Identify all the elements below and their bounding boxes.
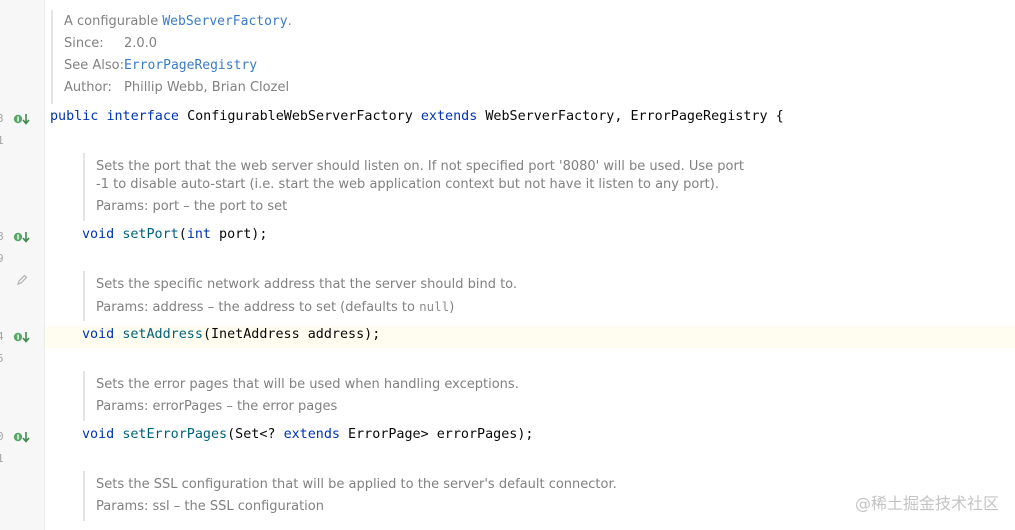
method-setport[interactable]: void setPort(int port); [82, 227, 267, 242]
line-number: 3 [0, 112, 4, 125]
method-setaddress[interactable]: void setAddress(InetAddress address); [82, 327, 380, 342]
method-javadoc: Sets the port that the web server should… [83, 153, 744, 221]
interface-declaration[interactable]: public interface ConfigurableWebServerFa… [50, 109, 784, 124]
line-number: 1 [0, 134, 4, 147]
method-javadoc: Sets the specific network address that t… [83, 271, 556, 321]
doc-link[interactable]: WebServerFactory [162, 14, 287, 29]
implemented-by-icon[interactable]: I [13, 330, 31, 344]
doc-text: -1 to disable auto-start (i.e. start the… [96, 177, 719, 192]
editor-gutter: 3 1 8 9 4 5 0 1 I I I I [0, 0, 45, 530]
implemented-by-icon[interactable]: I [13, 112, 31, 126]
method-javadoc: Sets the error pages that will be used w… [83, 371, 556, 421]
edit-doc-pencil-icon[interactable] [16, 274, 28, 286]
doc-text: Sets the specific network address that t… [96, 277, 518, 292]
doc-link[interactable]: ErrorPageRegistry [124, 58, 257, 73]
line-number: 4 [0, 330, 4, 343]
doc-params: Params: ssl – the SSL configuration [96, 499, 324, 514]
method-seterrorpages[interactable]: void setErrorPages(Set<? extends ErrorPa… [82, 427, 533, 442]
doc-params: Params: port – the port to set [96, 199, 288, 214]
doc-since: Since: 2.0.0 [64, 36, 158, 51]
svg-text:I: I [17, 234, 20, 242]
code-editor[interactable]: A configurable WebServerFactory. Since: 2… [45, 0, 1015, 530]
doc-text: Sets the SSL configuration that will be … [96, 477, 617, 492]
watermark: @稀土掘金技术社区 [854, 494, 999, 513]
class-javadoc: A configurable WebServerFactory. Since: 2… [51, 10, 584, 104]
line-number: 0 [0, 430, 4, 443]
svg-text:I: I [17, 116, 20, 124]
method-javadoc: Sets the SSL configuration that will be … [83, 471, 656, 521]
doc-text: Sets the error pages that will be used w… [96, 377, 519, 392]
doc-text: Sets the port that the web server should… [96, 159, 744, 174]
implemented-by-icon[interactable]: I [13, 230, 31, 244]
implemented-by-icon[interactable]: I [13, 430, 31, 444]
doc-author: Author: Phillip Webb, Brian Clozel [64, 80, 290, 95]
doc-see-also: See Also:ErrorPageRegistry [64, 58, 258, 73]
doc-params: Params: address – the address to set (de… [96, 299, 455, 315]
line-number: 8 [0, 230, 4, 243]
doc-params: Params: errorPages – the error pages [96, 399, 338, 414]
line-number: 9 [0, 252, 4, 265]
svg-text:I: I [17, 434, 20, 442]
line-number: 1 [0, 452, 4, 465]
svg-text:I: I [17, 334, 20, 342]
doc-description: A configurable WebServerFactory. [64, 14, 292, 29]
line-number: 5 [0, 352, 4, 365]
